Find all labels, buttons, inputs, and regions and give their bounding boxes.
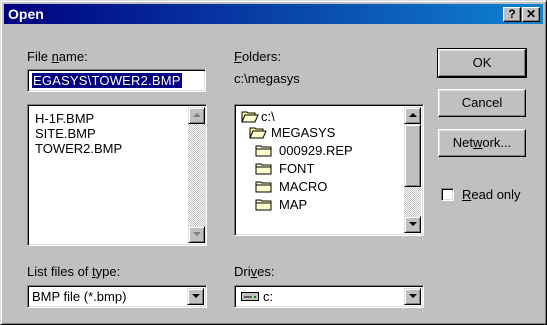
folders-label: Folders: xyxy=(234,49,281,64)
file-item[interactable]: SITE.BMP xyxy=(35,126,96,141)
title-bar: Open ? ✕ xyxy=(4,4,543,24)
file-type-dropdown-button[interactable] xyxy=(187,288,204,305)
file-name-label: File name: xyxy=(27,49,88,64)
scroll-down-button[interactable] xyxy=(404,216,421,233)
drives-label: Drives: xyxy=(234,264,275,279)
scroll-thumb[interactable] xyxy=(404,124,421,187)
drives-dropdown-button[interactable] xyxy=(404,288,421,305)
scroll-up-button[interactable] xyxy=(188,107,205,124)
file-item[interactable]: TOWER2.BMP xyxy=(35,141,122,156)
file-list[interactable]: H-1F.BMP SITE.BMP TOWER2.BMP xyxy=(27,104,207,246)
folder-icon xyxy=(255,145,272,157)
folder-list[interactable]: c:\ MEGASYS 000929.REP FONT MACRO MAP xyxy=(234,104,424,236)
up-arrow-icon xyxy=(409,113,417,117)
file-type-value: BMP file (*.bmp) xyxy=(32,289,127,304)
open-dialog: Open ? ✕ File name: EGASYS\TOWER2.BMP H-… xyxy=(0,0,547,325)
folder-icon xyxy=(255,163,272,175)
file-item[interactable]: H-1F.BMP xyxy=(35,111,94,126)
drives-value: c: xyxy=(263,289,274,304)
file-type-dropdown[interactable]: BMP file (*.bmp) xyxy=(27,285,207,308)
network-button[interactable]: Network... xyxy=(438,129,526,157)
folder-icon xyxy=(255,181,272,193)
chevron-down-icon xyxy=(409,294,417,298)
help-icon: ? xyxy=(508,7,516,21)
scroll-up-button[interactable] xyxy=(404,107,421,124)
cancel-button[interactable]: Cancel xyxy=(438,89,526,117)
drive-icon xyxy=(241,292,259,301)
dialog-title: Open xyxy=(8,6,44,22)
file-name-value: EGASYS\TOWER2.BMP xyxy=(32,73,182,88)
read-only-checkbox[interactable] xyxy=(441,188,454,201)
close-icon: ✕ xyxy=(525,7,537,21)
ok-button[interactable]: OK xyxy=(437,48,527,78)
open-folder-icon xyxy=(241,111,259,123)
help-button[interactable]: ? xyxy=(503,7,521,22)
folder-list-scrollbar[interactable] xyxy=(404,107,421,233)
down-arrow-icon xyxy=(409,222,417,226)
drives-dropdown[interactable]: c: xyxy=(234,285,424,308)
folder-icon xyxy=(255,199,272,211)
scroll-down-button[interactable] xyxy=(188,226,205,243)
up-arrow-icon xyxy=(193,113,201,117)
down-arrow-icon xyxy=(193,232,201,236)
file-list-scrollbar[interactable] xyxy=(188,107,205,243)
read-only-label[interactable]: Read only xyxy=(462,187,521,202)
current-path: c:\megasys xyxy=(234,71,300,86)
close-button[interactable]: ✕ xyxy=(522,7,540,22)
file-type-label: List files of type: xyxy=(27,264,121,279)
open-folder-icon xyxy=(249,127,267,139)
chevron-down-icon xyxy=(192,294,200,298)
file-name-input[interactable]: EGASYS\TOWER2.BMP xyxy=(27,69,206,92)
